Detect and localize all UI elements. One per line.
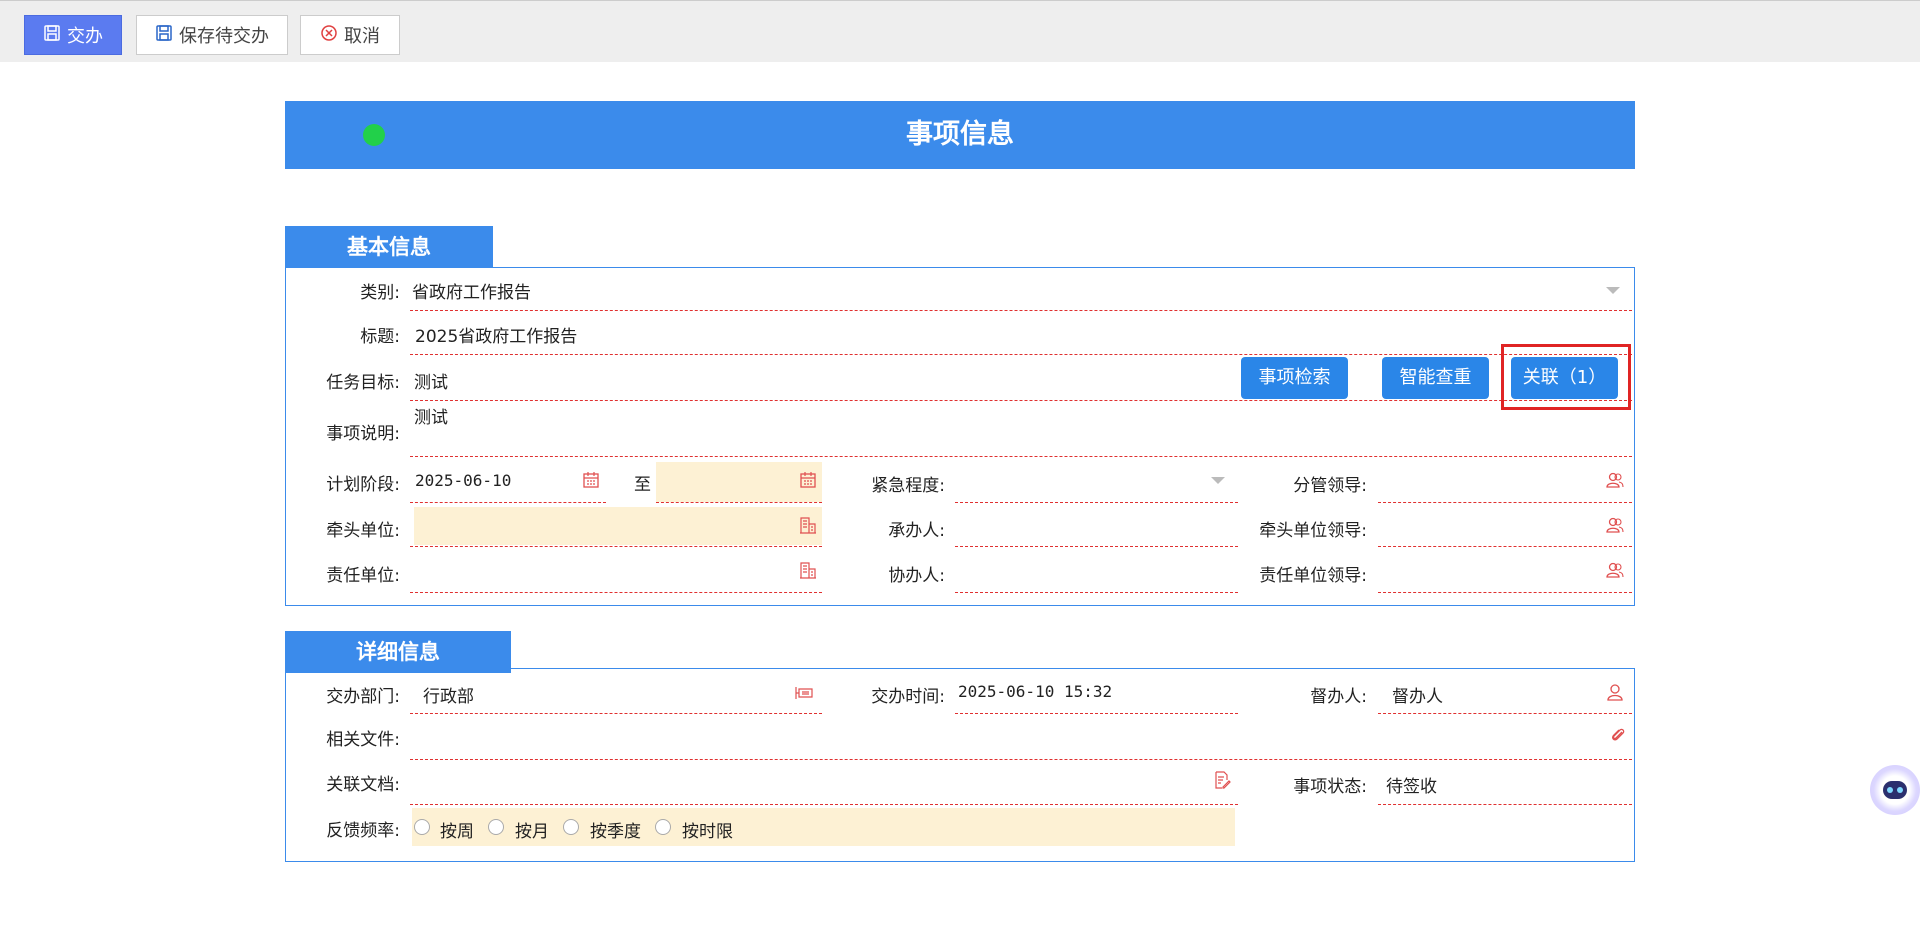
category-field[interactable] bbox=[410, 310, 1632, 311]
radio-quarterly[interactable] bbox=[563, 819, 579, 835]
plan-label: 计划阶段: bbox=[326, 475, 400, 495]
time-value: 2025-06-10 15:32 bbox=[958, 682, 1113, 701]
desc-field[interactable] bbox=[410, 456, 1632, 457]
time-field[interactable] bbox=[955, 713, 1238, 714]
freq-label: 反馈频率: bbox=[326, 821, 400, 841]
submit-button-label: 交办 bbox=[67, 26, 103, 47]
leader-field[interactable] bbox=[1378, 502, 1632, 503]
assistant-bot-icon[interactable] bbox=[1870, 765, 1920, 815]
page-header: 事项信息 bbox=[285, 101, 1635, 169]
lead-unit-label: 牵头单位: bbox=[326, 521, 400, 541]
status-label: 事项状态: bbox=[1293, 777, 1367, 797]
lead-unit-leader-field[interactable] bbox=[1378, 546, 1632, 547]
goal-label: 任务目标: bbox=[326, 373, 400, 393]
leader-label: 分管领导: bbox=[1293, 476, 1367, 496]
supervisor-field[interactable] bbox=[1378, 713, 1632, 714]
plan-end-underline bbox=[656, 502, 822, 503]
category-label: 类别: bbox=[360, 283, 400, 303]
dept-value: 行政部 bbox=[423, 687, 474, 707]
calendar-icon[interactable] bbox=[799, 471, 817, 489]
cancel-button[interactable]: 取消 bbox=[300, 15, 400, 55]
assist-field[interactable] bbox=[955, 592, 1238, 593]
category-value: 省政府工作报告 bbox=[412, 283, 531, 303]
files-field[interactable] bbox=[410, 759, 1632, 760]
lead-unit-field[interactable] bbox=[414, 507, 822, 545]
resp-unit-leader-field[interactable] bbox=[1378, 592, 1632, 593]
radio-monthly[interactable] bbox=[488, 819, 504, 835]
handler-field[interactable] bbox=[955, 546, 1238, 547]
goal-value: 测试 bbox=[414, 373, 448, 393]
org-picker-icon[interactable] bbox=[799, 561, 817, 579]
dept-label: 交办部门: bbox=[326, 687, 400, 707]
document-edit-icon[interactable] bbox=[1213, 771, 1231, 789]
radio-deadline[interactable] bbox=[655, 819, 671, 835]
title-value: 2025省政府工作报告 bbox=[415, 327, 578, 347]
radio-deadline-label: 按时限 bbox=[682, 822, 733, 842]
user-picker-icon[interactable] bbox=[1606, 516, 1624, 534]
urgency-label: 紧急程度: bbox=[871, 476, 945, 496]
supervisor-label: 督办人: bbox=[1310, 687, 1367, 707]
status-value: 待签收 bbox=[1386, 777, 1437, 797]
radio-monthly-label: 按月 bbox=[515, 822, 549, 842]
files-label: 相关文件: bbox=[326, 730, 400, 750]
section-tab-basic: 基本信息 bbox=[285, 226, 493, 268]
resp-unit-field[interactable] bbox=[410, 592, 822, 593]
desc-label: 事项说明: bbox=[326, 424, 400, 444]
radio-quarterly-label: 按季度 bbox=[590, 822, 641, 842]
resp-unit-label: 责任单位: bbox=[326, 566, 400, 586]
page-title: 事项信息 bbox=[906, 119, 1014, 150]
title-label: 标题: bbox=[360, 327, 400, 347]
assist-label: 协办人: bbox=[888, 566, 945, 586]
user-icon[interactable] bbox=[1606, 683, 1624, 701]
plan-start-field[interactable] bbox=[410, 502, 606, 503]
highlight-box bbox=[1501, 344, 1631, 410]
supervisor-value: 督办人 bbox=[1392, 687, 1443, 707]
close-circle-icon bbox=[320, 24, 338, 47]
dropdown-arrow-icon[interactable] bbox=[1209, 471, 1227, 489]
basic-info-panel bbox=[285, 267, 1635, 606]
user-picker-icon[interactable] bbox=[1606, 561, 1624, 579]
lead-unit-underline bbox=[410, 546, 822, 547]
urgency-field[interactable] bbox=[955, 502, 1238, 503]
smart-dedup-button[interactable]: 智能查重 bbox=[1382, 357, 1489, 399]
plan-to-label: 至 bbox=[634, 475, 651, 495]
save-pending-button[interactable]: 保存待交办 bbox=[136, 15, 288, 55]
user-picker-icon[interactable] bbox=[1606, 471, 1624, 489]
disk-icon bbox=[155, 24, 173, 47]
cancel-label: 取消 bbox=[344, 26, 380, 47]
calendar-icon[interactable] bbox=[582, 471, 600, 489]
plan-end-field[interactable] bbox=[656, 462, 822, 502]
dept-field[interactable] bbox=[410, 713, 822, 714]
docs-label: 关联文档: bbox=[326, 775, 400, 795]
dropdown-arrow-icon[interactable] bbox=[1604, 281, 1622, 299]
docs-field[interactable] bbox=[410, 804, 1238, 805]
department-picker-icon[interactable] bbox=[795, 683, 813, 701]
search-items-button[interactable]: 事项检索 bbox=[1241, 357, 1348, 399]
handler-label: 承办人: bbox=[888, 521, 945, 541]
resp-unit-leader-label: 责任单位领导: bbox=[1259, 566, 1367, 586]
plan-start-value: 2025-06-10 bbox=[415, 471, 512, 490]
submit-button[interactable]: 交办 bbox=[24, 15, 122, 55]
org-picker-icon[interactable] bbox=[799, 516, 817, 534]
time-label: 交办时间: bbox=[871, 687, 945, 707]
status-field[interactable] bbox=[1378, 804, 1632, 805]
attachment-icon[interactable] bbox=[1609, 726, 1627, 744]
radio-weekly[interactable] bbox=[414, 819, 430, 835]
goal-field[interactable] bbox=[410, 400, 1632, 401]
desc-value: 测试 bbox=[414, 408, 448, 428]
section-tab-detail: 详细信息 bbox=[285, 631, 511, 673]
radio-weekly-label: 按周 bbox=[440, 822, 474, 842]
lead-unit-leader-label: 牵头单位领导: bbox=[1259, 521, 1367, 541]
toolbar: 交办 保存待交办 取消 bbox=[0, 0, 1920, 62]
save-icon bbox=[43, 24, 61, 47]
title-field[interactable] bbox=[410, 354, 1632, 355]
save-pending-label: 保存待交办 bbox=[179, 26, 269, 47]
